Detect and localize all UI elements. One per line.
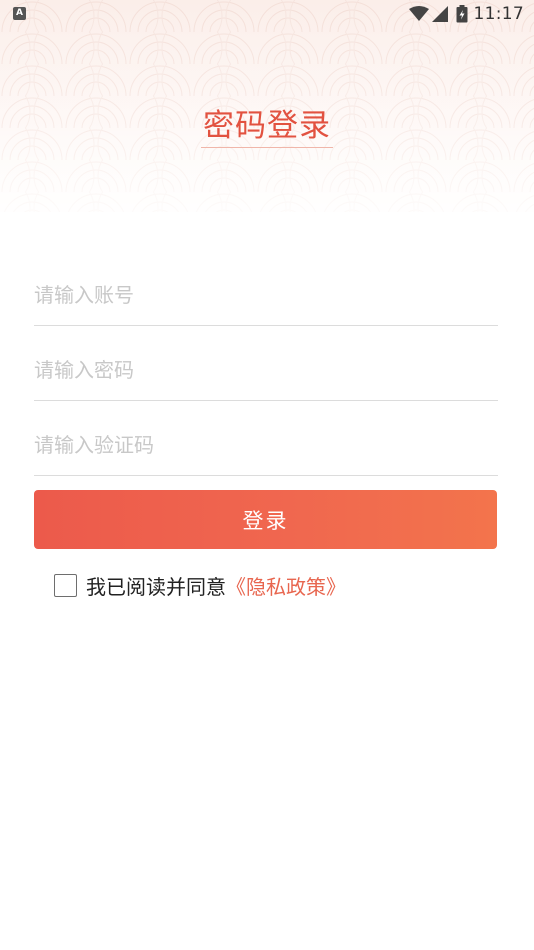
login-button[interactable]: 登录 [34, 490, 497, 549]
captcha-field [34, 415, 498, 476]
password-field [34, 340, 498, 401]
login-screen: A 11:17 密码登录 请输入账号 请输入验证码 登录 我已阅读并同意 《隐私… [0, 0, 534, 950]
cell-signal-icon [431, 6, 448, 22]
notification-icon: A [13, 7, 26, 20]
status-bar: A 11:17 [0, 0, 534, 28]
account-field [34, 265, 498, 326]
page-title: 密码登录 [0, 100, 534, 148]
header-banner: A 11:17 密码登录 [0, 0, 534, 212]
privacy-policy-link[interactable]: 《隐私政策》 [226, 571, 346, 600]
captcha-input[interactable] [34, 433, 498, 457]
status-icons: 11:17 [408, 3, 525, 25]
wifi-icon [408, 6, 429, 21]
account-input[interactable] [34, 283, 498, 307]
clock: 11:17 [473, 4, 524, 24]
agreement-text: 我已阅读并同意 [86, 574, 226, 599]
battery-icon [456, 5, 467, 23]
agree-checkbox[interactable] [54, 573, 77, 597]
agreement-row: 我已阅读并同意 《隐私政策》 [54, 571, 346, 599]
page-title-text: 密码登录 [201, 100, 333, 148]
password-input[interactable] [34, 358, 498, 382]
